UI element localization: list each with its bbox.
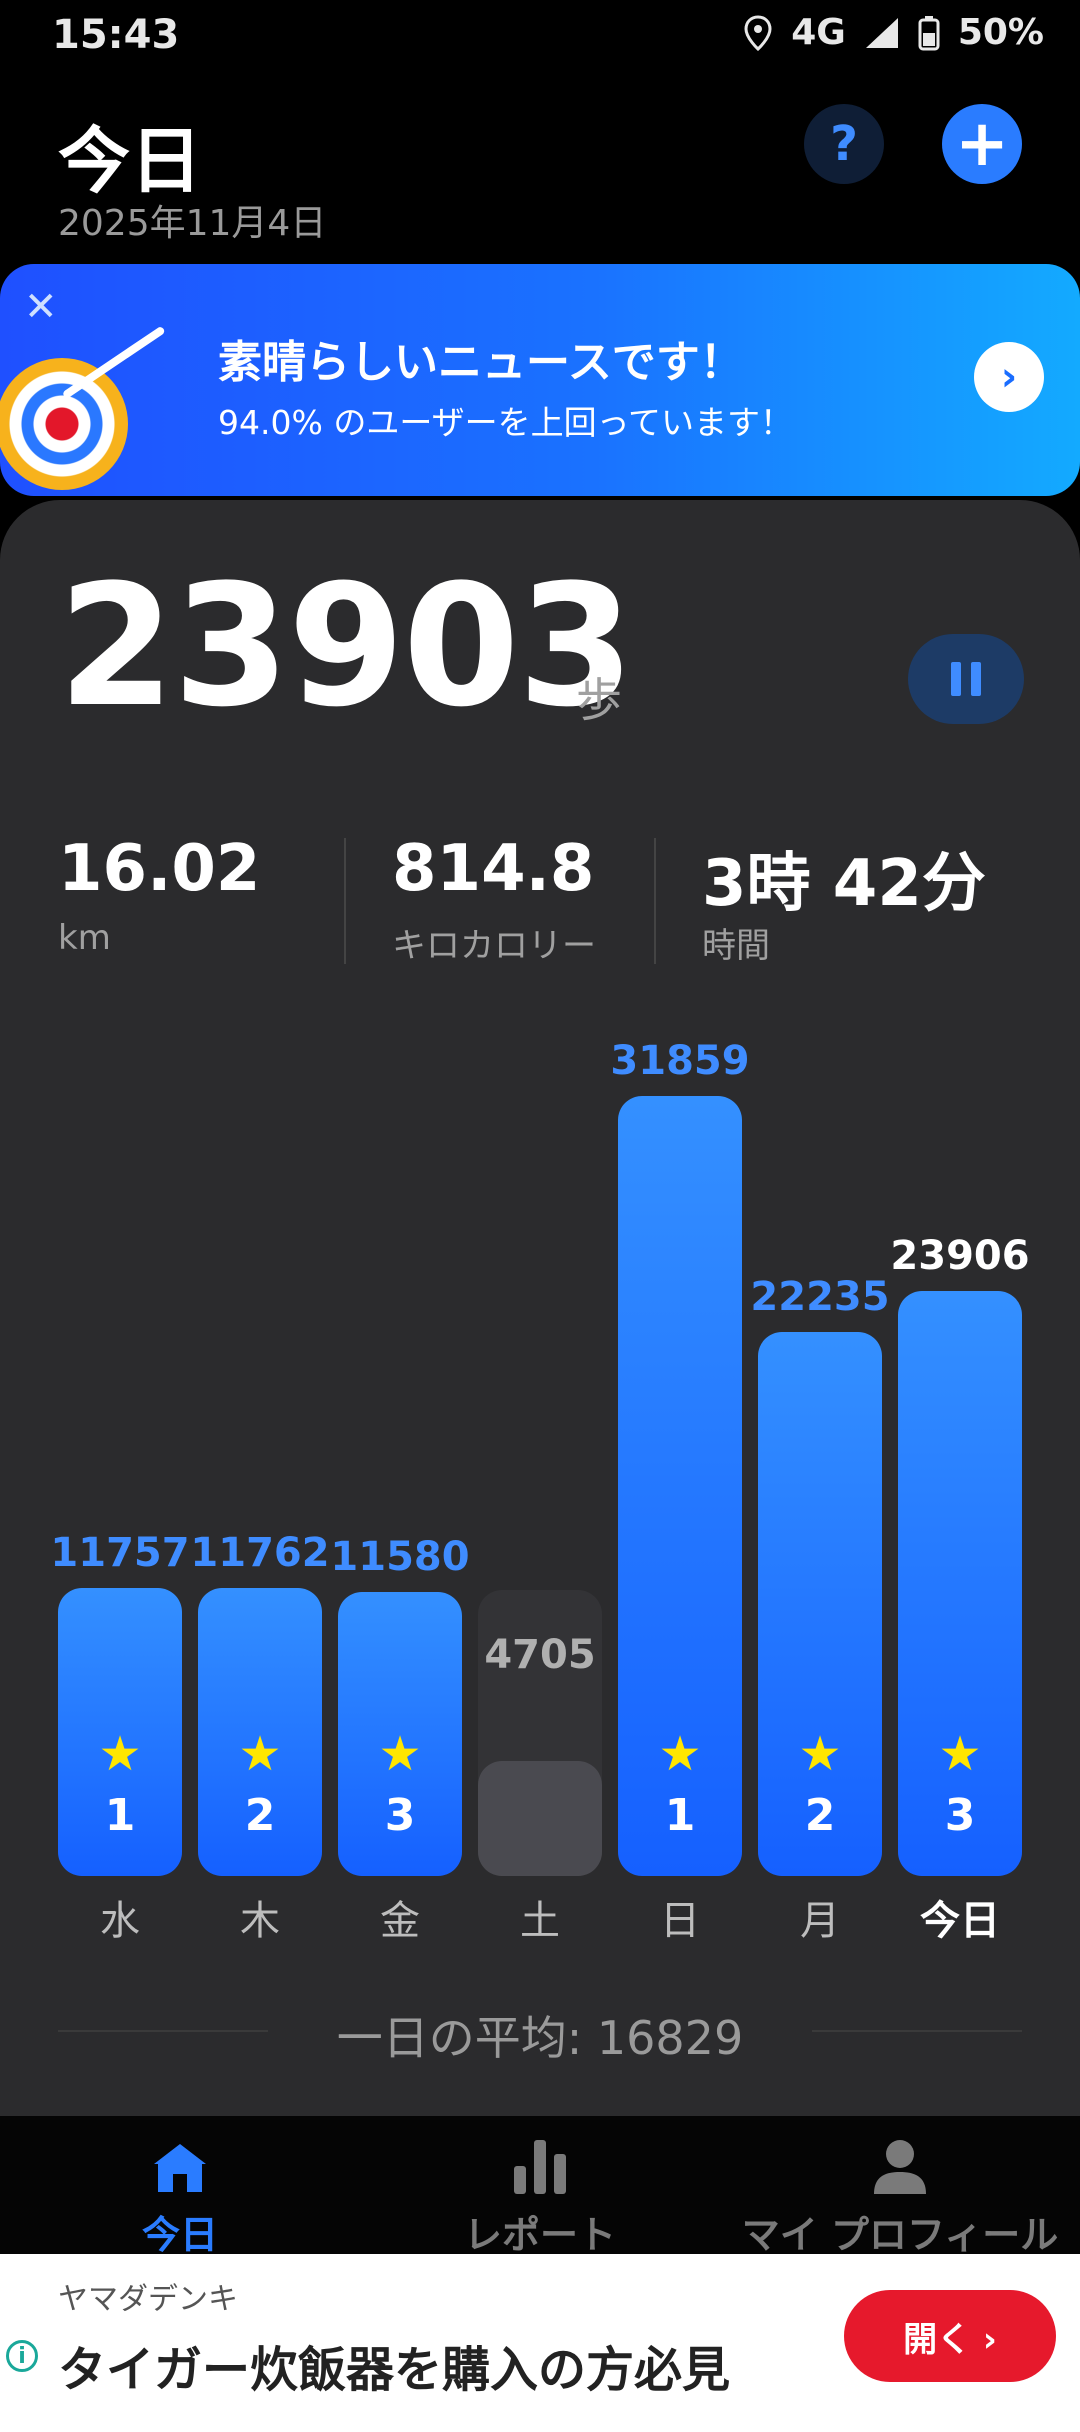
time-value: 3時 42分 <box>702 847 986 921</box>
calories-label: キロカロリー <box>392 926 596 966</box>
nav-report-label: レポート <box>463 2213 616 2257</box>
x-tick-label: 月 <box>800 1898 840 1944</box>
x-tick-label: 木 <box>240 1898 280 1944</box>
nav-report[interactable]: レポート <box>360 2126 720 2259</box>
distance-label: km <box>58 918 111 958</box>
add-button[interactable]: + <box>942 104 1022 184</box>
ad-banner[interactable]: i ヤマダデンキ タイガー炊飯器を購入の方必見 開く › <box>0 2254 1080 2432</box>
bar-chart-icon <box>514 2140 566 2194</box>
distance-value: 16.02 <box>58 832 261 906</box>
time-label: 時間 <box>702 926 770 966</box>
divider <box>344 838 346 964</box>
bar-rank-label: 2 <box>244 1790 276 1841</box>
banner-title: 素晴らしいニュースです！ <box>218 337 744 388</box>
page-title: 今日 <box>58 119 203 203</box>
bar-value-label: 23906 <box>890 1233 1030 1279</box>
bar-rank-label: 2 <box>804 1790 836 1841</box>
x-tick-label: 金 <box>380 1898 420 1944</box>
network-label: 4G <box>791 12 846 53</box>
page-date: 2025年11月4日 <box>58 203 327 244</box>
person-icon <box>874 2140 926 2194</box>
bar-value-label: 22235 <box>750 1274 890 1320</box>
step-count: 23903 <box>58 548 634 744</box>
plus-icon: + <box>955 107 1009 181</box>
star-icon: ★ <box>378 1726 422 1782</box>
chart-bar[interactable] <box>478 1761 602 1876</box>
signal-icon <box>865 17 898 48</box>
divider <box>654 838 656 964</box>
nav-today[interactable]: 今日 <box>0 2126 360 2259</box>
ad-open-button[interactable]: 開く › <box>844 2290 1056 2382</box>
help-button[interactable]: ? <box>804 104 884 184</box>
bar-rank-label: 1 <box>664 1790 696 1841</box>
bar-value-label: 4705 <box>484 1632 596 1678</box>
star-icon: ★ <box>658 1726 702 1782</box>
bar-value-label: 11762 <box>190 1530 330 1576</box>
help-icon: ? <box>830 116 858 172</box>
nav-profile-label: マイ プロフィール <box>741 2213 1059 2257</box>
star-icon: ★ <box>238 1726 282 1782</box>
nav-profile[interactable]: マイ プロフィール <box>720 2126 1080 2259</box>
weekly-steps-chart: 11757 ★ 1 水 11762 ★ 2 木 11580 ★ 3 金 4705 土 31859 ★ 1 日 222… <box>0 1000 1080 1960</box>
pause-icon <box>951 662 961 696</box>
star-icon: ★ <box>938 1726 982 1782</box>
battery-level: 50% <box>957 12 1044 53</box>
bottom-nav: 今日 レポート マイ プロフィール <box>0 2116 1080 2257</box>
ad-headline: タイガー炊飯器を購入の方必見 <box>58 2342 731 2398</box>
step-unit: 歩 <box>576 673 622 727</box>
bar-rank-label: 3 <box>384 1790 416 1841</box>
daily-average: 一日の平均: 16829 <box>336 2011 744 2065</box>
info-icon[interactable]: i <box>6 2340 38 2372</box>
bar-rank-label: 1 <box>104 1790 136 1841</box>
x-tick-label: 日 <box>660 1898 700 1944</box>
banner-subtitle: 94.0% のユーザーを上回っています！ <box>218 403 794 442</box>
star-icon: ★ <box>798 1726 842 1782</box>
close-icon[interactable]: ✕ <box>24 284 58 330</box>
bar-value-label: 11580 <box>330 1534 470 1580</box>
location-icon <box>744 14 772 51</box>
chevron-right-icon[interactable]: › <box>974 342 1044 412</box>
ad-sponsor: ヤマダデンキ <box>58 2282 238 2317</box>
chart-bar[interactable] <box>898 1291 1022 1876</box>
star-icon: ★ <box>98 1726 142 1782</box>
calories-value: 814.8 <box>392 832 595 906</box>
x-tick-label: 水 <box>100 1898 140 1944</box>
x-tick-label: 土 <box>520 1898 560 1944</box>
bar-value-label: 11757 <box>50 1530 190 1576</box>
x-tick-label: 今日 <box>920 1898 1000 1944</box>
bar-rank-label: 3 <box>944 1790 976 1841</box>
achievement-banner[interactable]: ✕ 素晴らしいニュースです！ 94.0% のユーザーを上回っています！ › <box>0 264 1080 496</box>
pause-button[interactable] <box>908 634 1024 724</box>
status-time: 15:43 <box>52 12 180 58</box>
nav-today-label: 今日 <box>141 2213 218 2257</box>
target-icon <box>0 358 128 490</box>
home-icon <box>154 2144 206 2192</box>
bar-value-label: 31859 <box>610 1038 750 1084</box>
status-bar: 15:43 4G 50% <box>0 0 1080 72</box>
battery-icon <box>918 15 940 50</box>
